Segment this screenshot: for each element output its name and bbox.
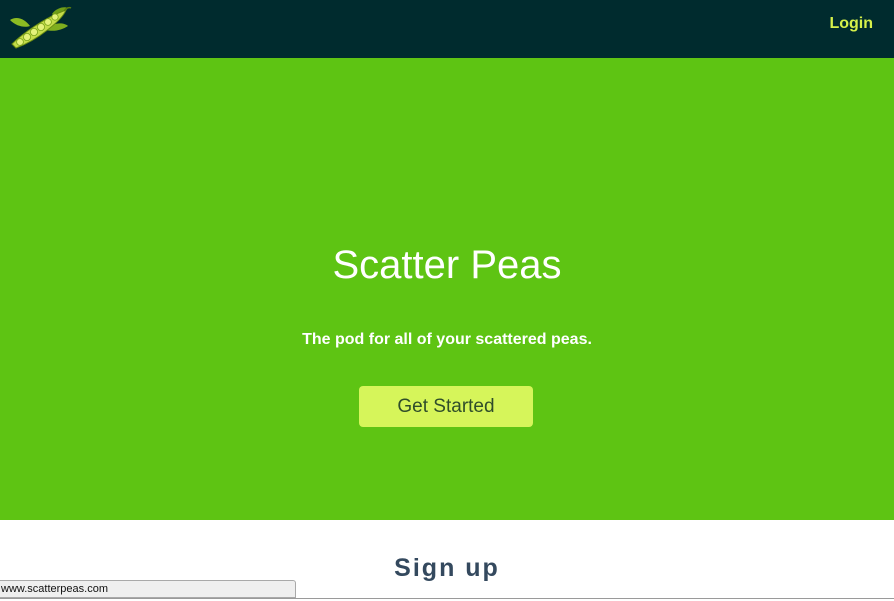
page: Login Scatter Peas The pod for all of yo…	[0, 0, 894, 601]
hero-title: Scatter Peas	[332, 243, 562, 287]
hero-tagline: The pod for all of your scattered peas.	[302, 331, 592, 348]
divider	[0, 598, 894, 599]
get-started-button[interactable]: Get Started	[359, 386, 533, 427]
signup-title: Sign up	[394, 554, 500, 582]
login-link[interactable]: Login	[829, 15, 873, 33]
hero-section: Scatter Peas The pod for all of your sca…	[0, 58, 894, 520]
browser-status-bar: www.scatterpeas.com	[0, 580, 296, 598]
pea-pod-logo-icon[interactable]	[8, 4, 72, 52]
top-nav-bar: Login	[0, 0, 894, 58]
